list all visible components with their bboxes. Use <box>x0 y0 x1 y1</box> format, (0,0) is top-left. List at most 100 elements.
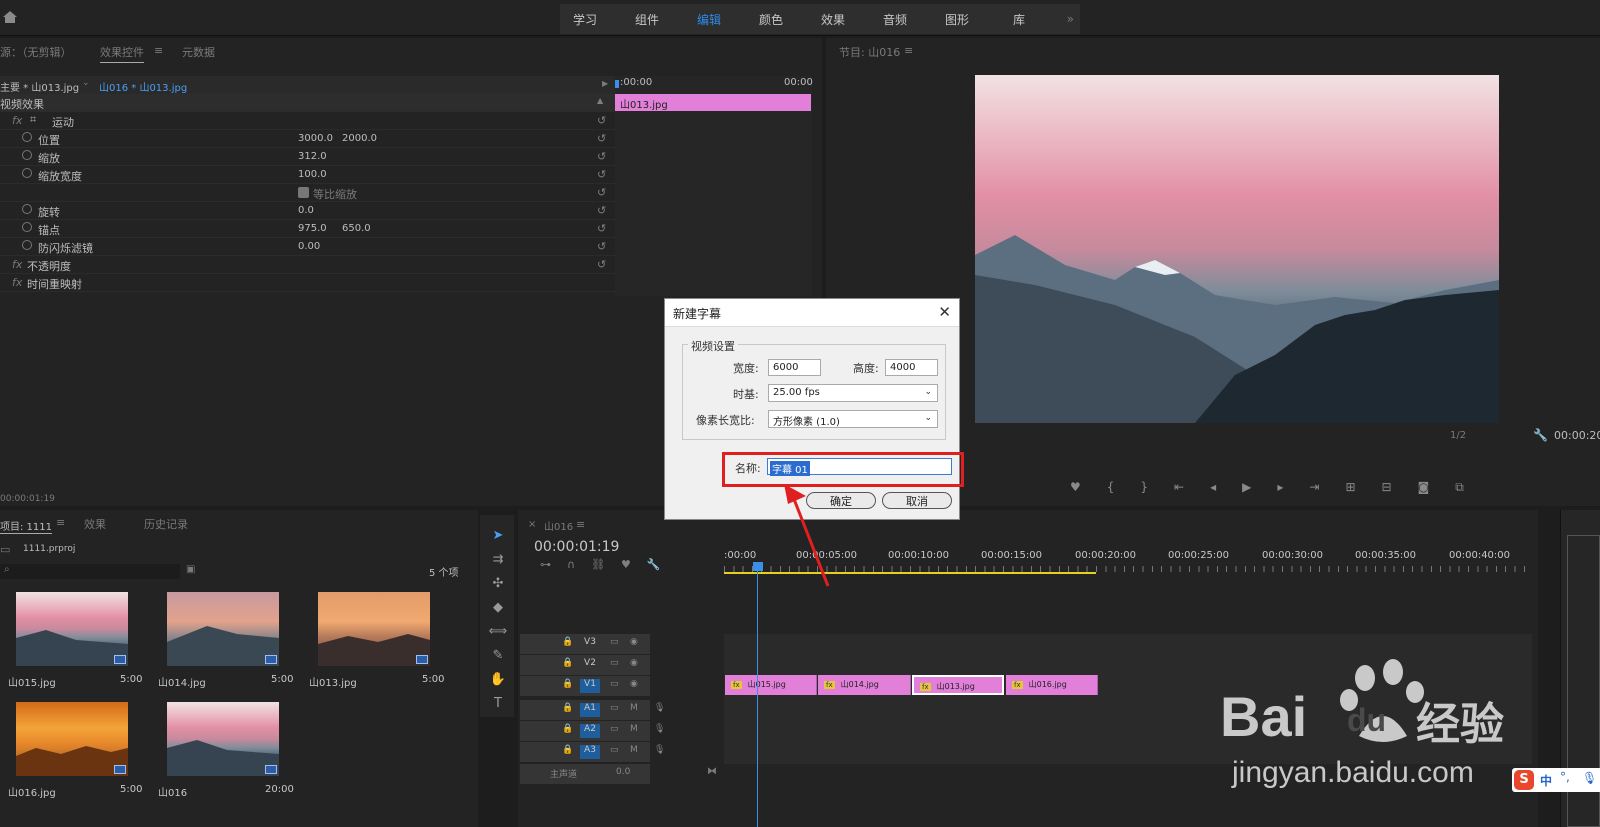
track-header-master[interactable]: 主声道 0.0 <box>520 764 650 784</box>
workspace-color[interactable]: 颜色 <box>754 11 788 28</box>
tab-history[interactable]: 历史记录 <box>144 516 188 532</box>
camera-icon[interactable]: ◙ <box>1418 480 1430 498</box>
reset-icon[interactable]: ↺ <box>597 240 606 253</box>
thumbnail-sequence-shan016[interactable] <box>167 702 279 776</box>
track-name[interactable]: A2 <box>580 724 600 738</box>
step-back-icon[interactable]: ◂ <box>1210 480 1216 498</box>
scale-value[interactable]: 312.0 <box>298 151 327 162</box>
playhead-handle[interactable] <box>753 562 763 571</box>
eye-icon[interactable]: ◉ <box>630 679 638 689</box>
timebase-select[interactable]: 25.00 fps ⌄ <box>768 384 938 402</box>
reset-icon[interactable]: ↺ <box>597 114 606 127</box>
mini-playhead[interactable] <box>615 80 619 88</box>
sync-icon[interactable]: ▭ <box>610 679 619 689</box>
comparison-icon[interactable]: ⧉ <box>1455 480 1464 498</box>
track-header-a1[interactable]: 🔒 A1 ▭ M 🎙 <box>520 700 665 720</box>
playhead-line[interactable] <box>757 570 758 827</box>
timeline-timecode[interactable]: 00:00:01:19 <box>534 539 619 555</box>
new-bin-icon[interactable]: ▣ <box>186 564 195 575</box>
collapse-icon[interactable]: ▲ <box>597 96 603 105</box>
track-header-a2[interactable]: 🔒 A2 ▭ M 🎙 <box>520 721 665 741</box>
timeline-clip[interactable]: fx 山013.jpg <box>912 675 1004 695</box>
reset-icon[interactable]: ↺ <box>597 222 606 235</box>
track-header-v3[interactable]: 🔒 V3 ▭ ◉ <box>520 634 650 654</box>
close-icon[interactable]: × <box>528 519 536 530</box>
thumbnail-shan013[interactable] <box>318 592 430 666</box>
timeline-clip[interactable]: fx 山015.jpg <box>725 675 817 695</box>
lock-icon[interactable]: 🔒 <box>562 658 573 668</box>
reset-icon[interactable]: ↺ <box>597 168 606 181</box>
mic-icon[interactable]: 🎙 <box>654 703 665 713</box>
type-tool-icon[interactable]: T <box>488 696 508 714</box>
panel-menu-icon[interactable]: ≡ <box>56 516 65 529</box>
name-input[interactable]: 字幕 01 <box>767 458 952 476</box>
play-icon[interactable]: ▶ <box>1242 480 1251 498</box>
reset-icon[interactable]: ↺ <box>597 258 606 271</box>
razor-tool-icon[interactable]: ◆ <box>488 600 508 618</box>
chevron-down-icon[interactable]: ⌄ <box>82 78 90 88</box>
hand-tool-icon[interactable]: ✋ <box>488 672 508 690</box>
master-clip-label[interactable]: 主要 * 山013.jpg <box>0 79 79 94</box>
effect-opacity[interactable]: fx 不透明度 ↺ <box>0 256 615 274</box>
sync-icon[interactable]: ▭ <box>610 637 619 647</box>
workspace-audio[interactable]: 音频 <box>878 11 912 28</box>
eye-icon[interactable]: ◉ <box>630 637 638 647</box>
workspace-effects[interactable]: 效果 <box>816 11 850 28</box>
reset-icon[interactable]: ↺ <box>597 204 606 217</box>
mute-icon[interactable]: M <box>630 745 638 755</box>
lock-icon[interactable]: 🔒 <box>562 724 573 734</box>
panel-menu-icon[interactable]: ≡ <box>904 44 913 57</box>
track-header-v1[interactable]: 🔒 V1 ▭ ◉ <box>520 676 650 696</box>
cancel-button[interactable]: 取消 <box>882 492 952 509</box>
sync-icon[interactable]: ▭ <box>610 658 619 668</box>
expand-icon[interactable]: ▶ <box>602 79 608 88</box>
par-select[interactable]: 方形像素 (1.0) ⌄ <box>768 410 938 428</box>
sync-icon[interactable]: ▭ <box>610 745 619 755</box>
track-header-v2[interactable]: 🔒 V2 ▭ ◉ <box>520 655 650 675</box>
wrench-icon[interactable]: 🔧 <box>1533 428 1548 442</box>
mute-icon[interactable]: M <box>630 703 638 713</box>
flicker-value[interactable]: 0.00 <box>298 241 320 252</box>
workspace-libraries[interactable]: 库 <box>1002 11 1036 28</box>
tab-source[interactable]: 源：（无剪辑） <box>0 44 72 60</box>
tab-effect-controls[interactable]: 效果控件 <box>100 44 144 63</box>
workspace-overflow-icon[interactable]: » <box>1067 12 1074 26</box>
stopwatch-icon[interactable] <box>22 132 32 142</box>
lock-icon[interactable]: 🔒 <box>562 679 573 689</box>
track-select-icon[interactable]: ⇉ <box>488 552 508 570</box>
marker-icon[interactable]: ♥ <box>1070 480 1081 498</box>
project-search-input[interactable] <box>0 564 180 579</box>
width-input[interactable]: 6000 <box>768 359 821 376</box>
add-marker-icon[interactable]: ♥ <box>621 558 631 571</box>
uniform-scale-checkbox[interactable] <box>298 187 309 198</box>
transform-icon[interactable]: ⌗ <box>30 113 36 127</box>
sync-icon[interactable]: ▭ <box>610 724 619 734</box>
program-video-frame[interactable] <box>975 75 1499 423</box>
sequence-tab[interactable]: 山016 <box>544 518 573 533</box>
effect-motion[interactable]: fx ⌗ 运动 ↺ <box>0 112 615 130</box>
stopwatch-icon[interactable] <box>22 168 32 178</box>
reset-icon[interactable]: ↺ <box>597 186 606 199</box>
settings-wrench-icon[interactable]: 🔧 <box>647 558 661 571</box>
mic-icon[interactable]: 🎙 <box>654 724 665 734</box>
lift-icon[interactable]: ⊞ <box>1345 480 1355 498</box>
track-name[interactable]: A1 <box>580 703 600 717</box>
mini-clip[interactable]: 山013.jpg <box>615 94 811 111</box>
master-value[interactable]: 0.0 <box>616 767 630 777</box>
tab-project[interactable]: 项目: 1111 <box>0 518 52 534</box>
track-name[interactable]: V3 <box>580 637 600 651</box>
go-to-in-icon[interactable]: ⇤ <box>1174 480 1184 498</box>
stopwatch-icon[interactable] <box>22 240 32 250</box>
position-y[interactable]: 2000.0 <box>342 133 377 144</box>
sync-icon[interactable]: ▭ <box>610 703 619 713</box>
workspace-assembly[interactable]: 组件 <box>630 11 664 28</box>
timeline-clip[interactable]: fx 山016.jpg <box>1006 675 1098 695</box>
lock-icon[interactable]: 🔒 <box>562 703 573 713</box>
mark-in-icon[interactable]: { <box>1107 480 1115 498</box>
thumbnail-shan014[interactable] <box>167 592 279 666</box>
tab-metadata[interactable]: 元数据 <box>182 44 215 60</box>
position-x[interactable]: 3000.0 <box>298 133 333 144</box>
effect-time-remap[interactable]: fx 时间重映射 <box>0 274 615 292</box>
track-name[interactable]: V2 <box>580 658 600 672</box>
tab-effects[interactable]: 效果 <box>84 516 106 532</box>
